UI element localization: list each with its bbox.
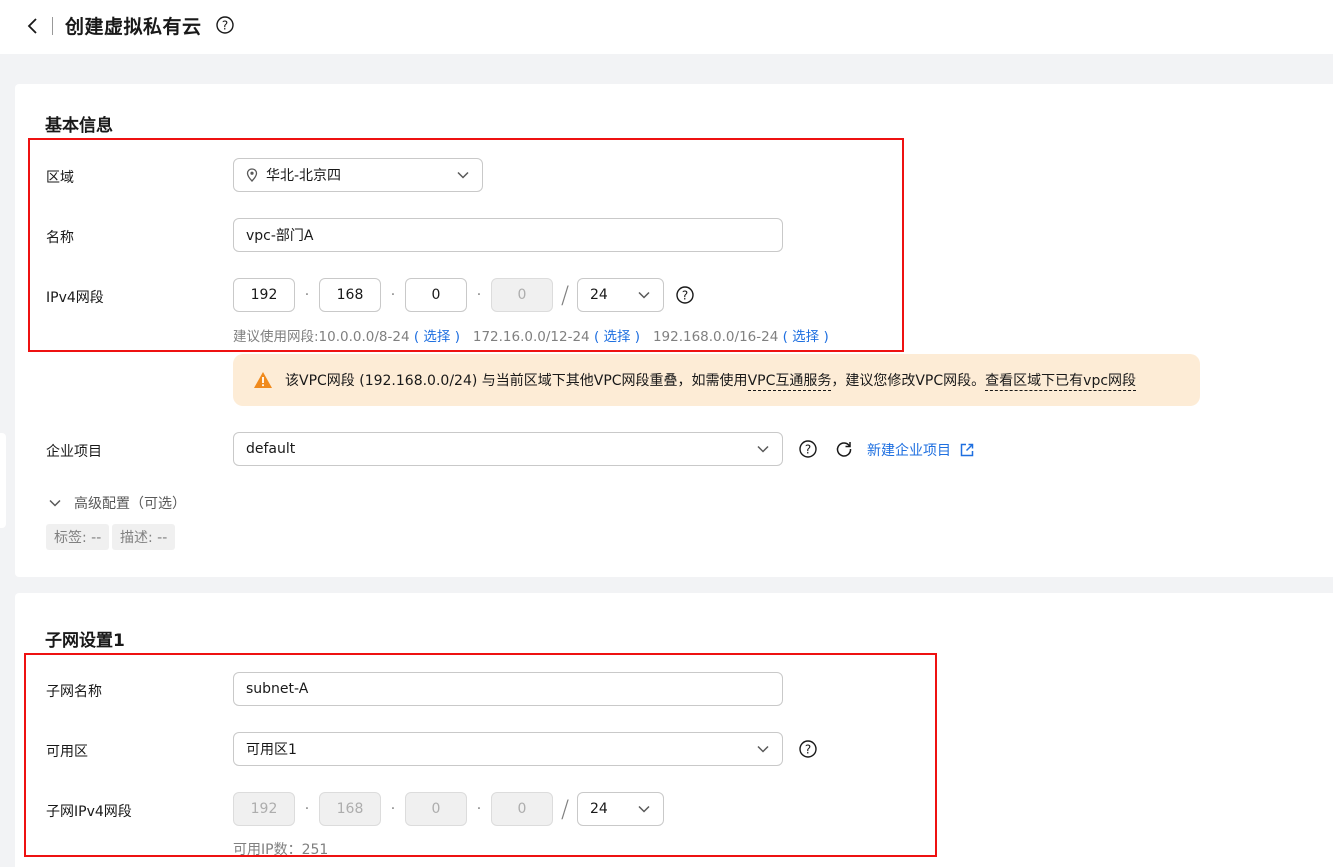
chevron-down-icon <box>757 445 769 453</box>
create-enterprise-project-link[interactable]: 新建企业项目 <box>867 440 975 460</box>
page-title: 创建虚拟私有云 <box>65 16 202 38</box>
vpc-peering-link[interactable]: VPC互通服务 <box>747 370 832 391</box>
chevron-down-icon <box>49 499 61 507</box>
highlight-box <box>24 653 937 857</box>
enterprise-help-icon[interactable]: ? <box>798 439 818 463</box>
warning-icon <box>254 372 272 388</box>
help-icon[interactable]: ? <box>215 15 235 39</box>
cidr-overlap-warning: 该VPC网段 (192.168.0.0/24) 与当前区域下其他VPC网段重叠，… <box>233 354 1200 406</box>
external-link-icon <box>960 443 974 457</box>
header-divider <box>52 17 53 35</box>
subnet-title: 子网设置1 <box>45 631 125 651</box>
svg-text:?: ? <box>805 443 811 457</box>
back-arrow-icon[interactable] <box>22 14 44 38</box>
advanced-config-toggle[interactable]: 高级配置（可选） <box>48 493 186 513</box>
svg-text:?: ? <box>222 19 228 33</box>
create-enterprise-label: 新建企业项目 <box>867 443 951 459</box>
advanced-config-label: 高级配置（可选） <box>74 496 186 512</box>
warning-text: 该VPC网段 (192.168.0.0/24) 与当前区域下其他VPC网段重叠，… <box>285 373 748 389</box>
enterprise-value: default <box>246 441 296 457</box>
refresh-icon[interactable] <box>834 439 854 463</box>
view-existing-vpc-link[interactable]: 查看区域下已有vpc网段 <box>985 370 1137 391</box>
side-panel-edge <box>0 433 6 528</box>
description-summary: 描述: -- <box>112 524 176 550</box>
highlight-box <box>28 138 904 352</box>
basic-info-title: 基本信息 <box>45 116 113 136</box>
warning-text-2: ，建议您修改VPC网段。 <box>831 373 986 389</box>
enterprise-select[interactable]: default <box>233 432 783 466</box>
enterprise-label: 企业项目 <box>46 444 102 460</box>
tags-summary: 标签: -- <box>46 524 110 550</box>
